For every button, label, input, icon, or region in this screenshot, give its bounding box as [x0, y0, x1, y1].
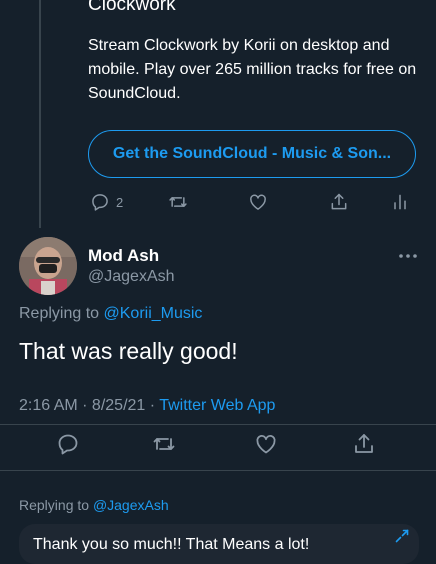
share-icon	[331, 193, 347, 210]
parent-analytics-button[interactable]	[390, 190, 410, 214]
retweet-icon	[169, 197, 187, 207]
heart-icon	[256, 435, 276, 454]
avatar[interactable]	[19, 237, 77, 295]
parent-retweet-button[interactable]	[168, 190, 188, 214]
get-app-button-label: Get the SoundCloud - Music & Son...	[112, 145, 392, 162]
reply-input[interactable]: Thank you so much!! That Means a lot!	[19, 524, 419, 564]
retweet-icon	[153, 438, 175, 450]
thread-connector-line	[39, 0, 41, 228]
parent-tweet-actions: 2	[88, 190, 418, 214]
more-icon[interactable]	[396, 250, 420, 262]
like-button[interactable]	[254, 432, 282, 460]
avatar-image	[19, 237, 77, 295]
reply-draft-text: Thank you so much!! That Means a lot!	[33, 536, 310, 553]
tweet-timestamp[interactable]: 2:16 AM · 8/25/21 ·	[19, 397, 159, 414]
heart-icon	[250, 194, 266, 210]
parent-like-button[interactable]	[248, 190, 268, 214]
composer-replying-to-line: Replying to @JagexAsh	[19, 497, 169, 513]
replying-to-mention[interactable]: @Korii_Music	[104, 305, 203, 322]
reply-icon	[92, 194, 108, 211]
share-icon	[355, 434, 373, 453]
parent-reply-button[interactable]: 2	[90, 190, 123, 214]
tweet-text: That was really good!	[19, 338, 238, 364]
parent-share-button[interactable]	[329, 190, 349, 214]
replying-to-line: Replying to @Korii_Music	[19, 305, 202, 323]
divider	[0, 470, 436, 471]
tweet-source[interactable]: Twitter Web App	[159, 397, 275, 414]
analytics-icon	[394, 194, 406, 210]
author-handle[interactable]: @JagexAsh	[88, 268, 175, 286]
link-card-title: Clockwork	[88, 0, 176, 15]
retweet-button[interactable]	[152, 432, 180, 460]
author-name[interactable]: Mod Ash	[88, 246, 159, 266]
parent-reply-count: 2	[116, 194, 124, 210]
get-app-button[interactable]: Get the SoundCloud - Music & Son...	[88, 130, 416, 178]
reply-button[interactable]	[56, 432, 84, 460]
share-button[interactable]	[352, 432, 380, 460]
expand-icon[interactable]	[394, 528, 410, 544]
tweet-actions	[0, 428, 436, 464]
link-card-description: Stream Clockwork by Korii on desktop and…	[88, 37, 417, 102]
reply-icon	[58, 434, 78, 455]
divider	[0, 424, 436, 425]
replying-to-prefix: Replying to	[19, 305, 104, 322]
tweet-metadata: 2:16 AM · 8/25/21 · Twitter Web App	[19, 397, 275, 415]
composer-replying-prefix: Replying to	[19, 497, 93, 513]
composer-replying-mention[interactable]: @JagexAsh	[93, 497, 169, 513]
